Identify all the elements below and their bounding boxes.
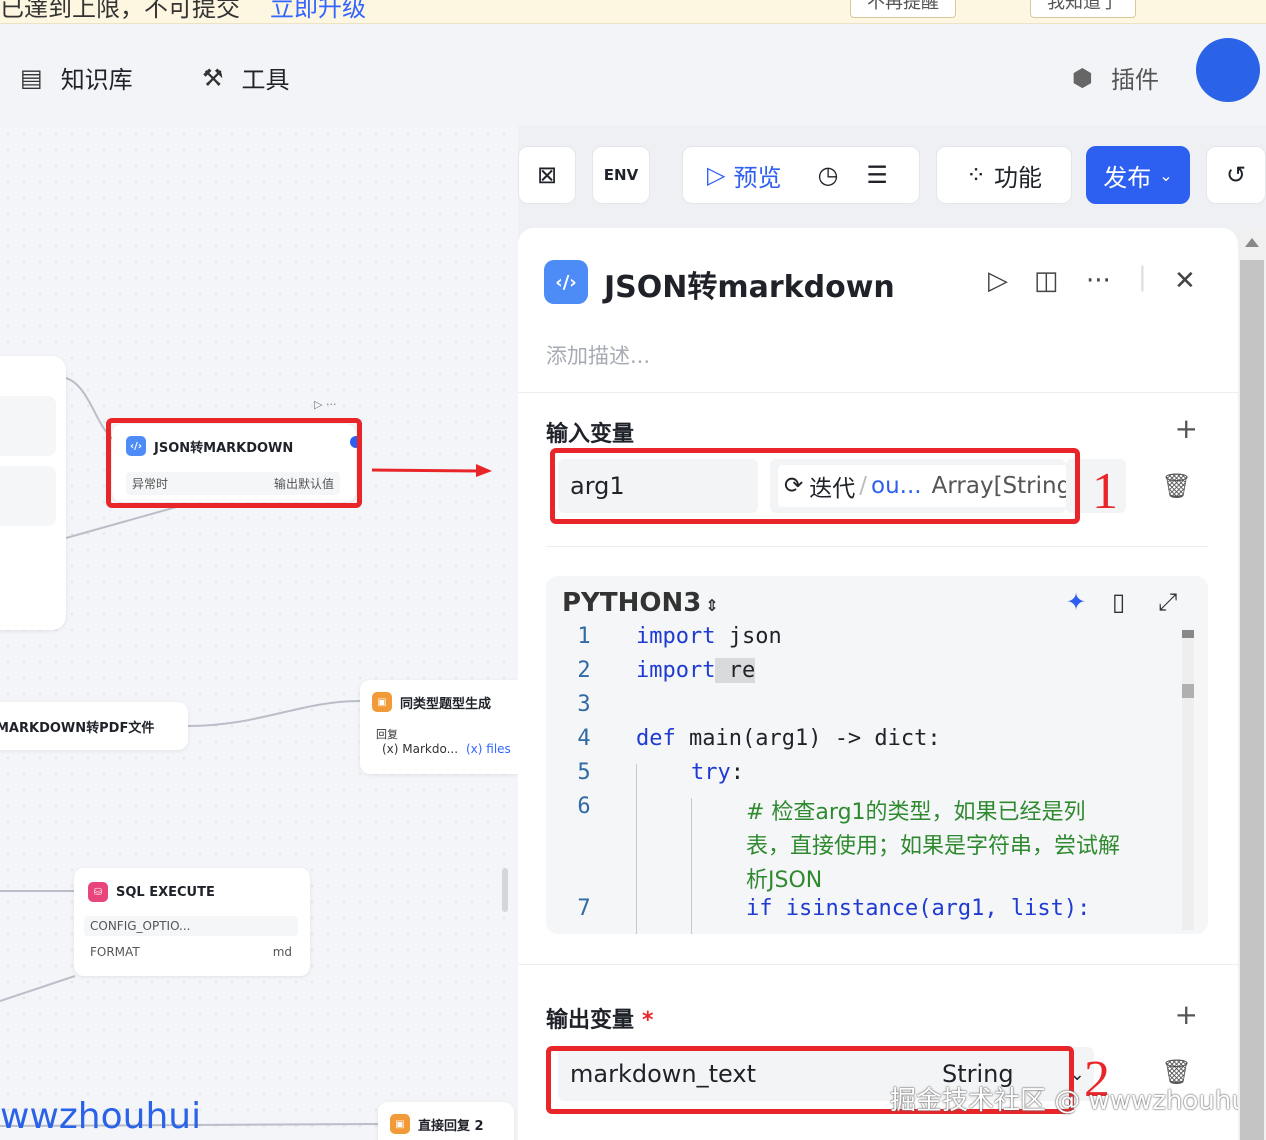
publish-button[interactable]: 发布 ⌄: [1086, 146, 1190, 204]
input-section-title: 输入变量: [546, 422, 635, 447]
nav-plugins[interactable]: ⬢ 插件: [1072, 60, 1159, 95]
add-input-button[interactable]: +: [1175, 412, 1198, 445]
avatar[interactable]: [1196, 38, 1260, 102]
notification-text: 已達到上限，不可提交 立即升级: [0, 0, 366, 23]
watermark-left: wwzhouhui: [0, 1096, 202, 1137]
scroll-up-icon[interactable]: [1245, 238, 1259, 247]
upgrade-link[interactable]: 立即升级: [270, 0, 366, 22]
sql-execute-node[interactable]: ⛁ SQL EXECUTE CONFIG_OPTIO... FORMAT md: [74, 868, 310, 976]
play-icon: ▷: [707, 161, 726, 189]
nav-tools[interactable]: ⚒ 工具: [202, 60, 290, 95]
clear-button[interactable]: ⊠: [518, 146, 576, 204]
history-icon: ↺: [1225, 161, 1247, 189]
preview-group[interactable]: ▷ 预览 ◷ ☰: [682, 146, 920, 204]
watermark: 掘金技术社区 @ wwwzhouhui: [890, 1086, 1256, 1116]
close-icon[interactable]: ✕: [1174, 266, 1196, 296]
book-open-icon[interactable]: ◫: [1034, 266, 1059, 296]
question-gen-node[interactable]: ▣ 同类型题型生成 回复 (x) Markdo... (x) files: [360, 680, 518, 774]
indent-guide: [636, 764, 637, 934]
clear-icon: ⊠: [536, 161, 558, 189]
hammer-icon: ⚒: [202, 63, 224, 92]
add-output-button[interactable]: +: [1175, 998, 1198, 1031]
cube-icon: ⬢: [1072, 63, 1093, 92]
panel-title[interactable]: JSON转markdown: [604, 262, 895, 306]
annotation-label-1: 1: [1092, 463, 1118, 520]
divider: |: [1138, 262, 1147, 292]
divider: [546, 546, 1208, 547]
clipboard-icon[interactable]: ▯: [1112, 588, 1125, 616]
description-input[interactable]: 添加描述...: [546, 340, 650, 370]
run-icon[interactable]: ▷: [988, 266, 1008, 296]
code-editor[interactable]: PYTHON3 ⇕ ✦ ▯ ⤢ 1 import json 2 import re 3…: [546, 576, 1208, 934]
features-button[interactable]: ⁘ 功能: [936, 146, 1072, 204]
scroll-thumb[interactable]: [1240, 260, 1264, 1140]
dismiss-button[interactable]: 不再提醒: [850, 0, 956, 18]
annotation-arrow: [371, 464, 492, 477]
app-header: ▤ 知识库 ⚒ 工具 ⬢ 插件: [0, 24, 1266, 126]
canvas-resize-handle[interactable]: [502, 868, 508, 912]
divider: [518, 392, 1238, 393]
chevron-down-icon: ⌄: [1159, 165, 1173, 185]
indent-guide: [691, 798, 692, 934]
connection-lines: [0, 377, 379, 1127]
workflow-canvas[interactable]: ‹/› JSON转MARKDOWN 异常时 输出默认值 ▷ ··· MARKDO…: [0, 126, 518, 1140]
node-mini-actions[interactable]: ▷ ···: [314, 398, 336, 411]
ai-sparkle-icon[interactable]: ✦: [1066, 588, 1086, 616]
sort-icon: ⇕: [705, 596, 719, 615]
grid-icon: ⁘: [965, 161, 987, 189]
more-icon[interactable]: ···: [1086, 266, 1111, 296]
env-button[interactable]: ENV: [592, 146, 650, 204]
acknowledge-button[interactable]: 我知道了: [1030, 0, 1136, 18]
markdown-to-pdf-node[interactable]: MARKDOWN转PDF文件: [0, 702, 188, 750]
preview-button[interactable]: 预览: [733, 158, 781, 193]
reply-icon: ▣: [372, 692, 392, 712]
divider: [518, 964, 1238, 965]
required-mark: *: [642, 1008, 654, 1033]
version-history-button[interactable]: ↺: [1206, 146, 1266, 204]
direct-reply-node[interactable]: ▣ 直接回复 2: [378, 1102, 514, 1140]
code-lines[interactable]: 1 import json 2 import re 3 4 def main(arg1…: [546, 624, 1186, 930]
node-config-panel: ‹/› JSON转markdown ▷ ◫ ··· | ✕ 添加描述... 输入…: [518, 228, 1255, 1140]
reply-icon: ▣: [390, 1114, 410, 1134]
code-icon: ‹/›: [544, 260, 588, 304]
output-section-title: 输出变量 *: [546, 1008, 654, 1033]
database-icon: ⛁: [88, 882, 108, 902]
panel-scrollbar[interactable]: [1238, 228, 1266, 1140]
trash-icon[interactable]: 🗑: [1162, 472, 1192, 500]
expand-icon[interactable]: ⤢: [1158, 588, 1177, 616]
code-scrollbar[interactable]: [1182, 630, 1194, 930]
history-clock-icon[interactable]: ◷: [817, 161, 838, 189]
nav-knowledge[interactable]: ▤ 知识库: [20, 60, 133, 95]
group-container[interactable]: [0, 356, 66, 630]
list-check-icon[interactable]: ☰: [866, 161, 888, 189]
highlight-box-node: [106, 418, 362, 508]
language-selector[interactable]: PYTHON3 ⇕: [562, 588, 719, 618]
notification-bar: 已達到上限，不可提交 立即升级 不再提醒 我知道了: [0, 0, 1266, 24]
book-icon: ▤: [20, 63, 43, 92]
highlight-box-input: [550, 448, 1080, 524]
